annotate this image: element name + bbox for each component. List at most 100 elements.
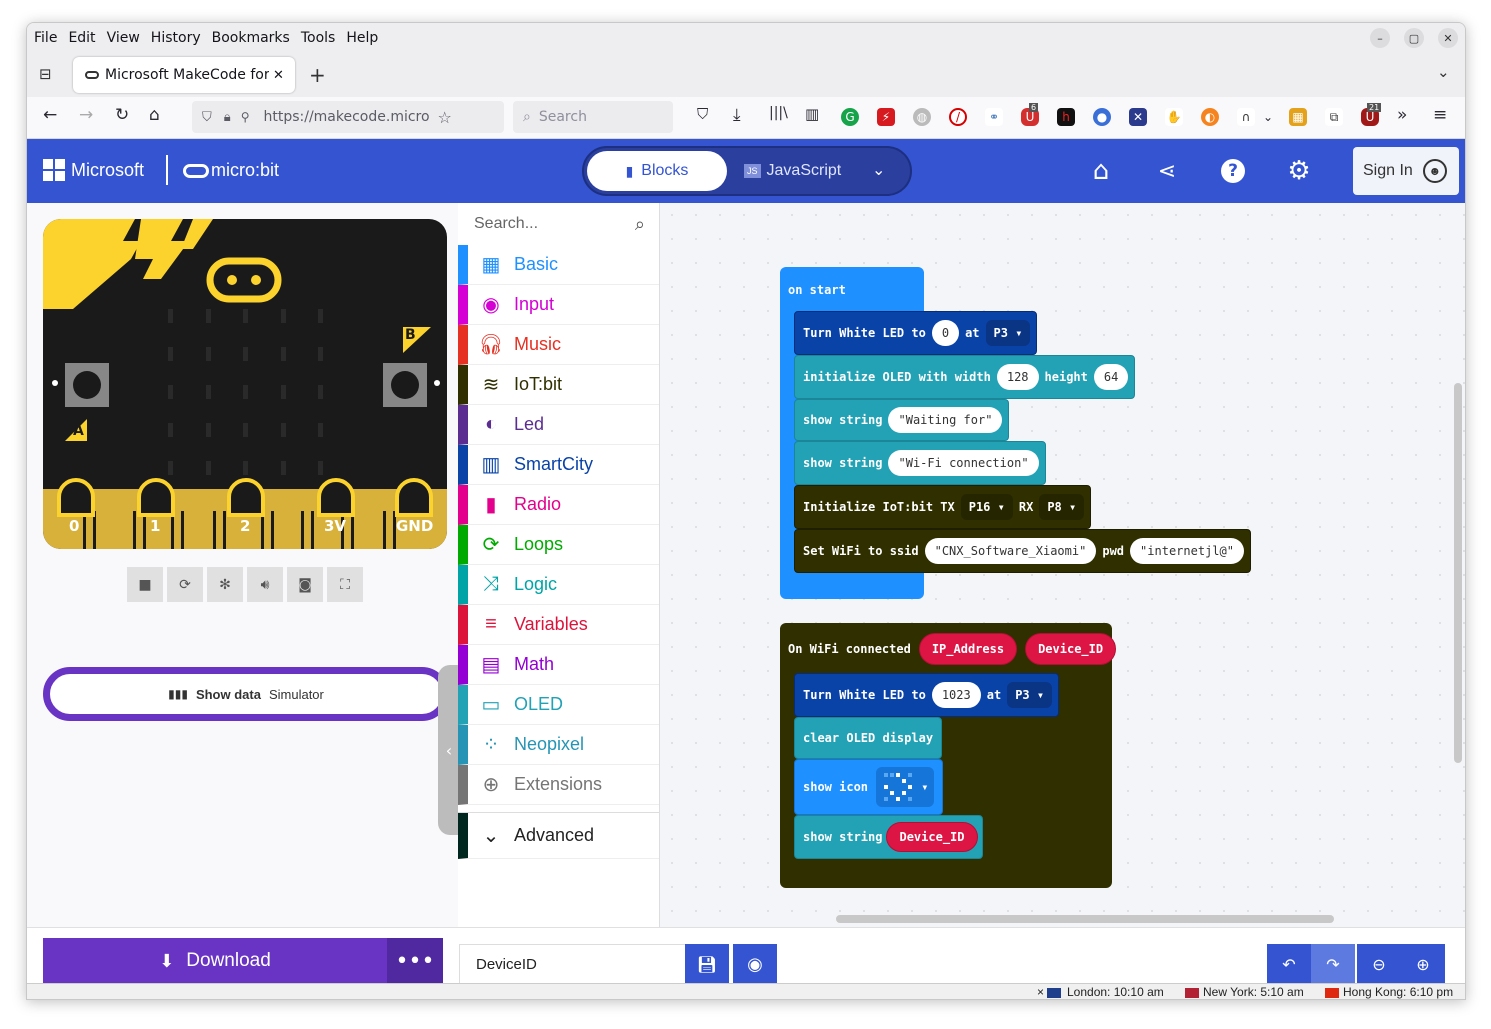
microbit-board[interactable]: 0 1 2 3V GND A B [43, 219, 447, 549]
close-window-icon[interactable]: ✕ [1438, 28, 1458, 48]
download-icon[interactable]: ⤓ [733, 105, 741, 125]
url-bar[interactable]: ⛉ 🔒︎ ⚲ https://makecode.micro ☆ [192, 101, 504, 133]
screenshot-camera-icon[interactable]: ◙ [287, 567, 323, 602]
oled-height-field[interactable]: 64 [1093, 364, 1129, 390]
category-variables[interactable]: ≡ Variables [458, 605, 659, 645]
led-value-field-2[interactable]: 1023 [931, 682, 981, 708]
puzzle-icon[interactable]: ⧉ [1325, 108, 1343, 126]
menu-edit[interactable]: Edit [68, 30, 95, 46]
earth-icon[interactable]: ● [1093, 108, 1111, 126]
oled-init-block[interactable]: initialize OLED with width 128 height 64 [794, 355, 1136, 399]
set-wifi-block[interactable]: Set WiFi to ssid " CNX_Software_Xiaomi " p… [794, 529, 1251, 573]
blocks-workspace[interactable]: on start Turn White LED to 0 at P3 ▾ ini… [660, 203, 1465, 927]
more-options-button[interactable]: ••• [387, 938, 443, 984]
forward-arrow-icon[interactable]: → [79, 105, 93, 125]
zoom-out-icon[interactable]: ⊖ [1357, 944, 1401, 984]
pin-1-label[interactable]: 1 [150, 517, 160, 535]
sound-icon[interactable]: 🔊︎ [247, 567, 283, 602]
toolbox-search-input[interactable]: Search... ⌕ [458, 203, 659, 245]
permissions-icon[interactable]: ⚲ [241, 110, 250, 124]
ssid-field[interactable]: " CNX_Software_Xiaomi " [924, 538, 1097, 564]
menu-history[interactable]: History [151, 30, 201, 46]
string-field-1[interactable]: " Waiting for " [888, 407, 1003, 433]
menu-file[interactable]: File [34, 30, 57, 46]
vertical-scrollbar[interactable] [1454, 383, 1462, 763]
show-string-block-1[interactable]: show string " Waiting for " [794, 399, 1010, 441]
shield-icon[interactable]: ⛉ [202, 110, 212, 125]
maximize-icon[interactable]: ▢ [1404, 28, 1424, 48]
home-icon[interactable]: ⌂ [149, 105, 160, 125]
sign-in-button[interactable]: Sign In ☻ [1353, 147, 1459, 195]
lock-icon[interactable]: 🔒︎ [224, 110, 231, 125]
menu-bookmarks[interactable]: Bookmarks [212, 30, 290, 46]
oled-width-field[interactable]: 128 [996, 364, 1039, 390]
close-clock-icon[interactable]: × [1037, 985, 1044, 999]
iot-init-block[interactable]: Initialize IoT:bit TX P16 ▾ RX P8 ▾ [794, 485, 1092, 529]
help-icon[interactable]: ? [1217, 155, 1249, 187]
category-oled[interactable]: ▭ OLED [458, 685, 659, 725]
category-math[interactable]: ▤ Math [458, 645, 659, 685]
zoom-in-icon[interactable]: ⊕ [1401, 944, 1445, 984]
rx-dropdown[interactable]: P8 ▾ [1039, 494, 1085, 520]
category-iot-bit[interactable]: ≋ IoT:bit [458, 365, 659, 405]
category-advanced[interactable]: ⌄ Advanced [458, 813, 659, 859]
project-name-input[interactable]: DeviceID [459, 944, 687, 984]
turn-led-block-2[interactable]: Turn White LED to 1023 at P3 ▾ [794, 673, 1060, 717]
category-loops[interactable]: ⟳ Loops [458, 525, 659, 565]
block-icon[interactable]: / [949, 108, 967, 126]
link-icon[interactable]: ⚭ [985, 108, 1003, 126]
browser-search-field[interactable]: ⌕ Search [513, 101, 673, 133]
pin-0-label[interactable]: 0 [69, 517, 79, 535]
device-id-variable[interactable]: Device_ID [1025, 633, 1117, 665]
menu-help[interactable]: Help [346, 30, 378, 46]
download-button[interactable]: ⬇ Download [43, 938, 387, 984]
undo-icon[interactable]: ↶ [1267, 944, 1311, 984]
horizontal-scrollbar[interactable] [836, 915, 1334, 923]
settings-gear-icon[interactable]: ⚙ [1283, 155, 1315, 187]
new-tab-icon[interactable]: + [309, 63, 326, 87]
led-value-field[interactable]: 0 [931, 320, 960, 346]
overflow-chevrons-icon[interactable]: » [1397, 105, 1407, 125]
category-neopixel[interactable]: ⁘ Neopixel [458, 725, 659, 765]
ext-dropdown-icon[interactable]: ⌄ [1263, 110, 1273, 124]
menu-tools[interactable]: Tools [301, 30, 336, 46]
editor-dropdown-chevron-icon[interactable]: ⌄ [872, 160, 885, 179]
category-basic[interactable]: ▦ Basic [458, 245, 659, 285]
tab-overview-icon[interactable]: ⊟ [39, 65, 52, 83]
fullscreen-icon[interactable]: ⛶ [327, 567, 363, 602]
tx-dropdown[interactable]: P16 ▾ [960, 494, 1013, 520]
github-icon[interactable]: ◉ [733, 944, 777, 984]
search-icon[interactable]: ⌕ [635, 214, 645, 235]
reload-icon[interactable]: ↻ [115, 105, 129, 125]
save-icon[interactable]: 💾︎ [685, 944, 729, 984]
show-icon-block[interactable]: show icon ▾ [794, 759, 944, 815]
extension-h-icon[interactable]: h [1057, 108, 1075, 126]
grammarly-icon[interactable]: G [841, 108, 859, 126]
ip-address-variable[interactable]: IP_Address [918, 633, 1018, 665]
sidebar-icon[interactable]: ▥ [805, 105, 819, 123]
library-icon[interactable]: |||\ [769, 105, 788, 121]
redo-icon[interactable]: ↷ [1311, 944, 1355, 984]
clear-oled-block[interactable]: clear OLED display [794, 717, 943, 759]
show-string-block-2[interactable]: show string " Wi-Fi connection " [794, 441, 1046, 485]
show-data-simulator-button[interactable]: ▮▮▮ Show data Simulator [43, 667, 449, 721]
category-radio[interactable]: ▮ Radio [458, 485, 659, 525]
javascript-tab[interactable]: JS JavaScript [744, 151, 884, 191]
headphones-icon[interactable]: ∩ [1237, 108, 1255, 126]
category-logic[interactable]: ⤨ Logic [458, 565, 659, 605]
show-string-block-3[interactable]: show string Device_ID [794, 815, 983, 859]
category-music[interactable]: 🎧︎ Music [458, 325, 659, 365]
string-field-2[interactable]: " Wi-Fi connection " [888, 450, 1039, 476]
share-icon[interactable]: ⋖ [1151, 155, 1183, 187]
blocks-tab[interactable]: ▮ Blocks [587, 151, 727, 191]
stop-icon[interactable]: ■ [127, 567, 163, 602]
icon-picker-dropdown[interactable]: ▾ [876, 767, 935, 807]
debug-bug-icon[interactable]: ✻ [207, 567, 243, 602]
pin-2-label[interactable]: 2 [240, 517, 250, 535]
pdf-tool-icon[interactable]: ⚡ [877, 108, 895, 126]
button-b[interactable] [383, 363, 427, 407]
pocket-icon[interactable]: ⛉ [697, 105, 708, 123]
close-tab-icon[interactable]: ✕ [273, 68, 284, 83]
category-led[interactable]: ◐ Led [458, 405, 659, 445]
url-text[interactable]: https://makecode.micro [263, 109, 431, 125]
